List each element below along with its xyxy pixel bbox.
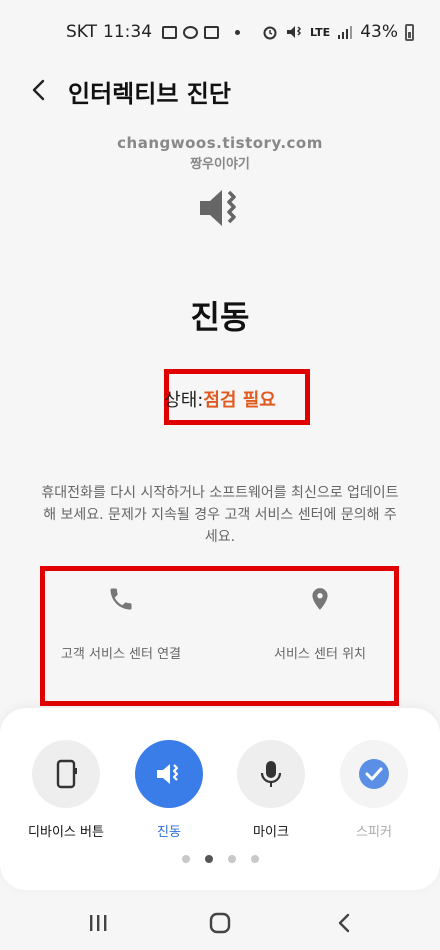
home-icon <box>209 912 231 934</box>
test-circle <box>237 740 305 808</box>
signal-icon <box>338 26 353 39</box>
test-label: 디바이스 버튼 <box>28 825 104 840</box>
back-nav-button[interactable] <box>324 906 364 940</box>
test-vibration[interactable]: 진동 <box>119 740 219 840</box>
location-label: 서비스 센터 위치 <box>274 647 366 662</box>
test-circle-active <box>135 740 203 808</box>
navigation-bar <box>0 900 440 950</box>
test-circle <box>32 740 100 808</box>
help-description: 휴대전화를 다시 시작하거나 소프트웨어를 최신으로 업데이트해 보세요. 문제… <box>41 485 399 545</box>
device-button-icon <box>56 759 77 789</box>
test-microphone[interactable]: 마이크 <box>221 740 321 840</box>
status-value: 점검 필요 <box>203 390 276 411</box>
location-pin-icon <box>312 588 328 610</box>
watermark: changwoos.tistory.com 짱우이야기 <box>0 134 440 172</box>
talk-icon <box>183 25 199 39</box>
recent-apps-button[interactable] <box>78 906 118 940</box>
test-device-button[interactable]: 디바이스 버튼 <box>16 740 116 840</box>
gallery-icon <box>162 25 178 39</box>
page-indicator <box>0 855 440 863</box>
app-header: 인터렉티브 진단 <box>0 70 440 110</box>
call-support-button[interactable]: 고객 서비스 센터 연결 <box>31 585 211 662</box>
test-circle-faded <box>340 740 408 808</box>
service-center-location-button[interactable]: 서비스 센터 위치 <box>230 585 410 662</box>
page-dot[interactable] <box>181 855 190 863</box>
watermark-url: changwoos.tistory.com <box>117 134 323 152</box>
battery-icon <box>405 23 414 41</box>
test-label: 마이크 <box>253 825 289 840</box>
vibrate-icon <box>196 186 244 230</box>
recents-icon <box>90 915 107 931</box>
check-icon <box>359 759 389 789</box>
status-label: 상태: <box>164 390 204 411</box>
page-dot[interactable] <box>250 855 259 863</box>
back-button[interactable] <box>22 72 58 108</box>
phone-icon <box>110 588 132 610</box>
test-label: 진동 <box>157 825 181 840</box>
call-support-label: 고객 서비스 센터 연결 <box>60 647 182 662</box>
alarm-icon <box>263 26 277 40</box>
chevron-left-icon <box>32 79 45 101</box>
mail-icon <box>204 25 220 39</box>
test-label: 스피커 <box>356 825 392 840</box>
carrier-text: SKT <box>66 22 98 42</box>
page-dot[interactable] <box>227 855 236 863</box>
home-button[interactable] <box>200 906 240 940</box>
back-arrow-icon <box>338 913 350 933</box>
battery-percent: 43% <box>360 22 398 42</box>
clock-text: 11:34 <box>103 22 153 42</box>
more-notifications-icon <box>235 29 241 35</box>
microphone-icon <box>260 761 282 787</box>
test-speaker[interactable]: 스피커 <box>324 740 424 840</box>
vibrate-icon <box>157 764 179 784</box>
status-bar: SKT 11:34 LTE 43% <box>0 0 440 64</box>
page-dot-current[interactable] <box>204 855 213 863</box>
vibrate-mode-icon <box>286 26 302 38</box>
watermark-name: 짱우이야기 <box>190 157 250 172</box>
test-title: 진동 <box>190 298 250 336</box>
test-status: 상태:점검 필요 <box>0 386 440 412</box>
page-title: 인터렉티브 진단 <box>68 80 231 108</box>
network-type: LTE <box>309 25 331 39</box>
